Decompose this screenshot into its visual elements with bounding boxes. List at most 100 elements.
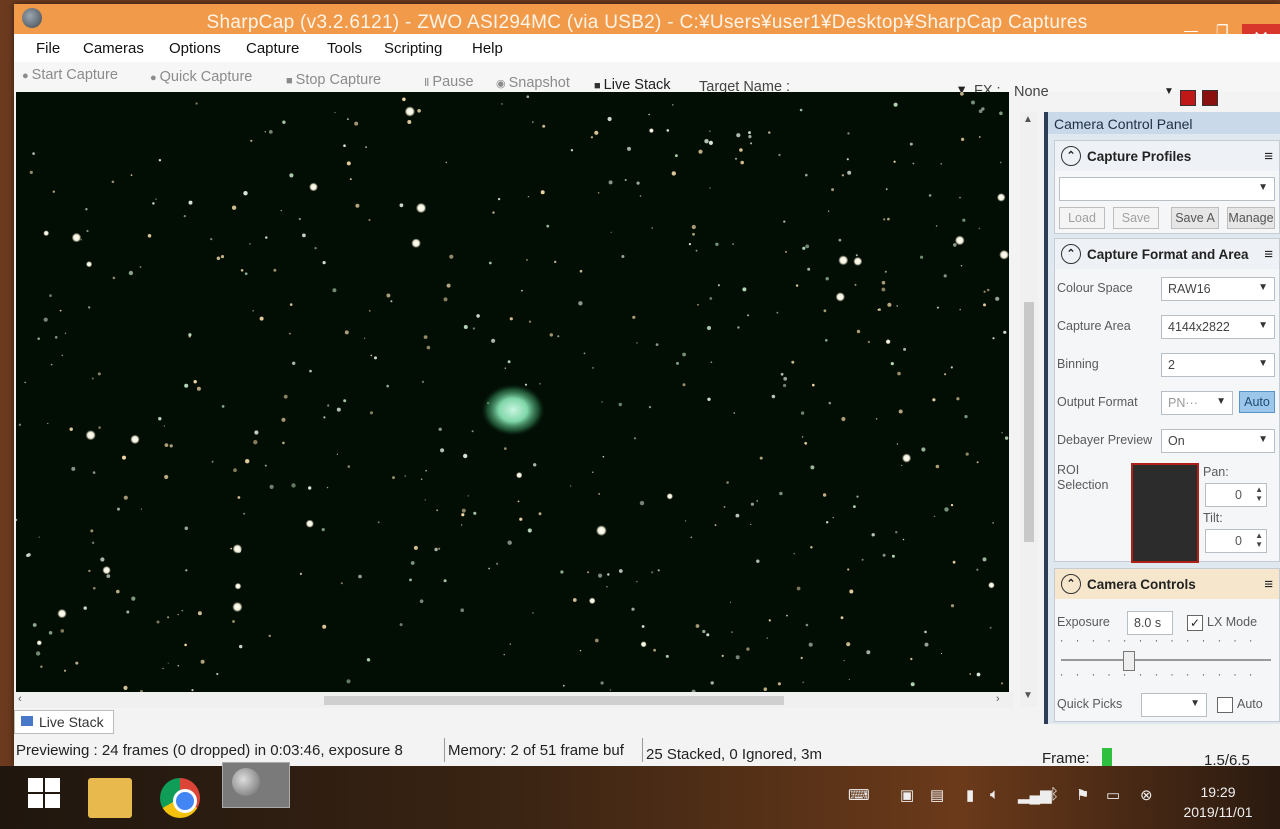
red-channel-icon[interactable] <box>1180 90 1196 106</box>
capture-area-select[interactable]: 4144x2822 ▼ <box>1161 315 1275 339</box>
star <box>472 327 475 330</box>
star <box>885 339 891 345</box>
stop-capture-button[interactable]: ■ Stop Capture <box>286 72 381 88</box>
horizontal-scrollbar[interactable]: ‹ › <box>14 692 1014 708</box>
star <box>524 383 528 386</box>
capture-format-header[interactable]: ⌃ Capture Format and Area ≡ <box>1055 239 1279 269</box>
live-stack-button[interactable]: ■ Live Stack <box>594 77 671 93</box>
pan-stepper[interactable]: 0 ▲ ▼ <box>1205 483 1267 507</box>
star <box>560 570 564 574</box>
hamburger-menu-icon[interactable]: ≡ <box>1264 246 1273 263</box>
histogram-icon[interactable] <box>1202 90 1218 106</box>
fx-dropdown-icon[interactable]: ▼ <box>1164 86 1174 97</box>
menu-tools[interactable]: Tools <box>327 40 362 57</box>
output-format-select[interactable]: PN··· ▼ <box>1161 391 1233 415</box>
star <box>188 200 193 205</box>
star <box>618 569 623 573</box>
capture-profiles-header[interactable]: ⌃ Capture Profiles ≡ <box>1055 141 1279 171</box>
tab-live-stack[interactable]: Live Stack <box>14 710 114 734</box>
star <box>768 619 771 622</box>
scroll-up-icon[interactable]: ▲ <box>1023 114 1033 125</box>
start-capture-button[interactable]: ● Start Capture <box>22 67 118 83</box>
colour-space-select[interactable]: RAW16 ▼ <box>1161 277 1275 301</box>
stepper-arrows-icon[interactable]: ▲ ▼ <box>1255 485 1263 503</box>
fx-value[interactable]: None <box>1014 84 1049 100</box>
hamburger-menu-icon[interactable]: ≡ <box>1264 576 1273 593</box>
star <box>920 255 924 259</box>
exposure-slider-track[interactable] <box>1061 659 1271 661</box>
camera-controls-header[interactable]: ⌃ Camera Controls ≡ <box>1055 569 1279 599</box>
taskbar-clock[interactable]: 19:29 2019/11/01 <box>1168 782 1268 822</box>
chevron-down-icon: ▼ <box>1190 698 1200 709</box>
star <box>93 586 96 590</box>
action-center-flag-icon[interactable]: ⚑ <box>1076 786 1089 804</box>
sharpcap-taskbar-icon[interactable] <box>222 762 290 808</box>
windows-start-icon[interactable] <box>28 778 62 810</box>
star <box>631 607 635 611</box>
quick-picks-select[interactable]: ▼ <box>1141 693 1207 717</box>
horizontal-scroll-thumb[interactable] <box>324 696 784 705</box>
scroll-left-icon[interactable]: ‹ <box>18 693 22 705</box>
tilt-stepper[interactable]: 0 ▲ ▼ <box>1205 529 1267 553</box>
snapshot-button[interactable]: ◉ Snapshot <box>496 75 570 91</box>
menu-help[interactable]: Help <box>472 40 503 57</box>
star <box>960 92 964 96</box>
auto-exposure-checkbox[interactable] <box>1217 697 1233 713</box>
stepper-arrows-icon[interactable]: ▲ ▼ <box>1255 531 1263 549</box>
binning-select[interactable]: 2 ▼ <box>1161 353 1275 377</box>
star <box>602 455 605 458</box>
roi-selection-box[interactable] <box>1131 463 1199 563</box>
keyboard-icon[interactable]: ⌨ <box>848 786 870 804</box>
menu-cameras[interactable]: Cameras <box>83 40 144 57</box>
file-explorer-icon[interactable] <box>88 778 132 818</box>
pause-button[interactable]: Ⅱ Pause <box>424 74 474 90</box>
image-viewer[interactable] <box>16 92 1009 692</box>
exposure-slider-thumb[interactable] <box>1123 651 1135 671</box>
star <box>924 630 927 634</box>
vertical-scroll-thumb[interactable] <box>1024 302 1034 542</box>
star <box>38 536 40 538</box>
close-circle-icon[interactable]: ⊗ <box>1140 786 1153 804</box>
pan-label: Pan: <box>1203 465 1229 479</box>
volume-icon[interactable]: 🔈︎ <box>990 786 999 803</box>
star <box>40 665 43 668</box>
load-profile-button[interactable]: Load <box>1059 207 1105 229</box>
collapse-icon[interactable]: ⌃ <box>1061 244 1081 264</box>
star <box>538 512 542 516</box>
star <box>97 372 101 376</box>
lx-mode-checkbox[interactable]: ✓ <box>1187 615 1203 631</box>
scroll-down-icon[interactable]: ▼ <box>1023 690 1033 701</box>
menu-file[interactable]: File <box>36 40 60 57</box>
battery-icon[interactable]: ▮ <box>966 786 974 804</box>
chrome-icon[interactable] <box>160 778 200 818</box>
collapse-icon[interactable]: ⌃ <box>1061 574 1081 594</box>
star <box>365 146 367 148</box>
menu-capture[interactable]: Capture <box>246 40 299 57</box>
manage-profiles-button[interactable]: Manage <box>1227 207 1275 229</box>
output-format-auto-button[interactable]: Auto <box>1239 391 1275 413</box>
menu-scripting[interactable]: Scripting <box>384 40 442 57</box>
menu-options[interactable]: Options <box>169 40 221 57</box>
star <box>425 469 427 472</box>
profile-select[interactable]: ▼ <box>1059 177 1275 201</box>
scroll-right-icon[interactable]: › <box>996 693 1000 705</box>
star <box>783 220 786 223</box>
debayer-preview-select[interactable]: On ▼ <box>1161 429 1275 453</box>
star <box>332 288 337 293</box>
tray-app-icon[interactable]: ▣ <box>900 786 914 804</box>
save-profile-button[interactable]: Save <box>1113 207 1159 229</box>
save-as-profile-button[interactable]: Save A <box>1171 207 1219 229</box>
bluetooth-icon[interactable]: ᛒ <box>1050 786 1059 803</box>
vertical-scrollbar[interactable]: ▲ ▼ <box>1020 112 1038 707</box>
star <box>501 103 503 105</box>
exposure-input[interactable]: 8.0 s <box>1127 611 1173 635</box>
network-app-icon[interactable]: ▤ <box>930 786 944 804</box>
hamburger-menu-icon[interactable]: ≡ <box>1264 148 1273 165</box>
signal-icon[interactable]: ▂▄▆ <box>1018 786 1052 804</box>
quick-capture-button[interactable]: ● Quick Capture <box>150 69 252 85</box>
star <box>805 623 809 627</box>
star <box>123 495 128 500</box>
star <box>976 568 979 571</box>
collapse-icon[interactable]: ⌃ <box>1061 146 1081 166</box>
display-icon[interactable]: ▭ <box>1106 786 1120 804</box>
